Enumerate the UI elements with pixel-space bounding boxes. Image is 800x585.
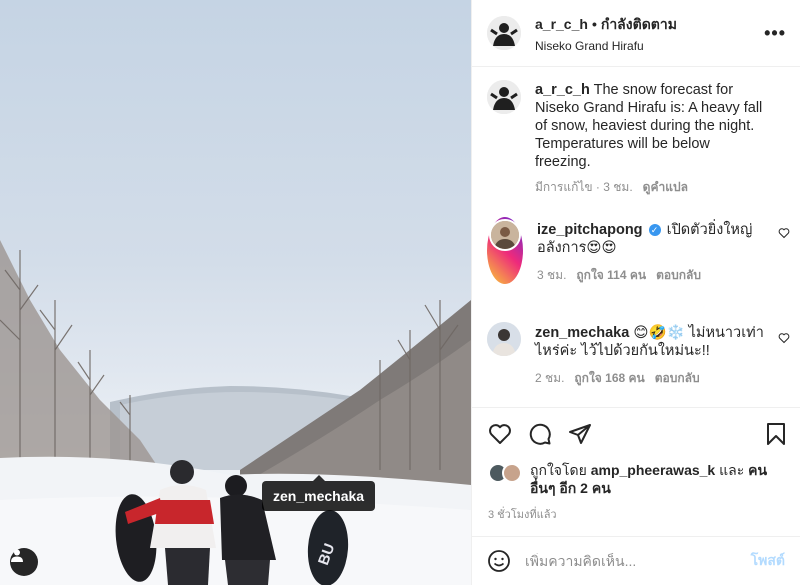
- snow-scene-illustration: BU: [0, 240, 471, 585]
- avatar-image: [491, 221, 519, 249]
- comment-meta: 2 ชม. ถูกใจ 168 คน ตอบกลับ: [535, 369, 768, 387]
- reply-button[interactable]: ตอบกลับ: [655, 371, 700, 385]
- comment-time: 3 ชม.: [537, 268, 567, 282]
- save-bookmark-icon[interactable]: [765, 422, 787, 446]
- comment-likes[interactable]: ถูกใจ 168 คน: [574, 371, 644, 385]
- comment-input[interactable]: [525, 553, 751, 569]
- see-translation-link[interactable]: ดูคำแปล: [643, 180, 688, 194]
- author-username[interactable]: a_r_c_h: [535, 16, 588, 32]
- like-comment-heart-icon[interactable]: [778, 332, 790, 344]
- post-side-panel: a_r_c_h • กำลังติดตาม Niseko Grand Hirafu …: [471, 0, 800, 585]
- avatar-image: [487, 322, 521, 356]
- commenter-avatar[interactable]: [487, 217, 523, 284]
- comment-meta: 3 ชม. ถูกใจ 114 คน ตอบกลับ: [537, 266, 768, 284]
- caption-edited-time: มีการแก้ไข · 3 ชม.: [535, 180, 633, 194]
- post-photo[interactable]: BU zen_mechaka: [0, 0, 471, 585]
- caption-body: a_r_c_h The snow forecast for Niseko Gra…: [535, 80, 786, 196]
- like-comment-heart-icon[interactable]: [778, 227, 790, 239]
- location-link[interactable]: Niseko Grand Hirafu: [535, 39, 764, 53]
- likes-summary: ถูกใจโดย amp_pheerawas_k และ คนอื่นๆ อีก…: [488, 461, 787, 497]
- like-heart-icon[interactable]: [488, 422, 512, 446]
- comment-item: ize_pitchapong ✓ เปิดตัวยิ่งใหญ่อลังการ😍…: [487, 217, 790, 284]
- likes-conj: และ: [719, 462, 745, 478]
- comment-body: zen_mechaka 😊🤣❄️ ไม่หนาวเท่าไหร่ค่ะ ไว้ไ…: [535, 322, 786, 387]
- liker-avatars[interactable]: [488, 463, 522, 483]
- post-actions: ถูกใจโดย amp_pheerawas_k และ คนอื่นๆ อีก…: [472, 407, 800, 523]
- post-time: 3 ชั่วโมงที่แล้ว: [488, 509, 557, 521]
- comment-bubble-icon[interactable]: [528, 422, 552, 446]
- follow-status[interactable]: กำลังติดตาม: [601, 16, 677, 32]
- liker-username[interactable]: amp_pheerawas_k: [591, 462, 716, 478]
- comment-body: ize_pitchapong ✓ เปิดตัวยิ่งใหญ่อลังการ😍…: [537, 217, 786, 284]
- share-plane-icon[interactable]: [568, 422, 592, 446]
- author-avatar[interactable]: [487, 16, 521, 50]
- verified-badge-icon: ✓: [648, 224, 661, 236]
- emoji-smiley-icon[interactable]: [487, 549, 511, 573]
- comment-username[interactable]: zen_mechaka: [535, 325, 629, 341]
- post-comment-button[interactable]: โพสต์: [751, 550, 785, 572]
- caption-avatar[interactable]: [487, 80, 521, 114]
- caption: a_r_c_h The snow forecast for Niseko Gra…: [487, 80, 786, 196]
- liker-avatar: [502, 463, 522, 483]
- separator-dot: •: [591, 15, 597, 32]
- caption-username[interactable]: a_r_c_h: [535, 82, 590, 98]
- comment-username[interactable]: ize_pitchapong: [537, 222, 643, 238]
- likes-prefix: ถูกใจโดย: [530, 462, 587, 478]
- tagged-users-button[interactable]: [10, 548, 38, 576]
- avatar-image: [487, 16, 521, 50]
- comment-item: zen_mechaka 😊🤣❄️ ไม่หนาวเท่าไหร่ค่ะ ไว้ไ…: [487, 322, 790, 387]
- more-options-icon[interactable]: •••: [764, 23, 786, 44]
- post-header: a_r_c_h • กำลังติดตาม Niseko Grand Hirafu …: [472, 0, 800, 67]
- person-icon: [11, 549, 23, 562]
- commenter-avatar[interactable]: [487, 322, 521, 356]
- action-icons: [488, 422, 787, 446]
- header-text: a_r_c_h • กำลังติดตาม Niseko Grand Hirafu: [535, 14, 764, 53]
- reply-button[interactable]: ตอบกลับ: [656, 268, 701, 282]
- comments-list: a_r_c_h The snow forecast for Niseko Gra…: [472, 67, 800, 407]
- add-comment-bar: โพสต์: [472, 536, 800, 585]
- comment-time: 2 ชม.: [535, 371, 565, 385]
- caption-meta: มีการแก้ไข · 3 ชม. ดูคำแปล: [535, 178, 768, 196]
- comment-likes[interactable]: ถูกใจ 114 คน: [576, 268, 646, 282]
- avatar-image: [487, 80, 521, 114]
- post-dialog: BU zen_mechaka a_r_c_h • กำลังติดตาม Nis…: [0, 0, 800, 585]
- user-tag-label[interactable]: zen_mechaka: [262, 475, 376, 511]
